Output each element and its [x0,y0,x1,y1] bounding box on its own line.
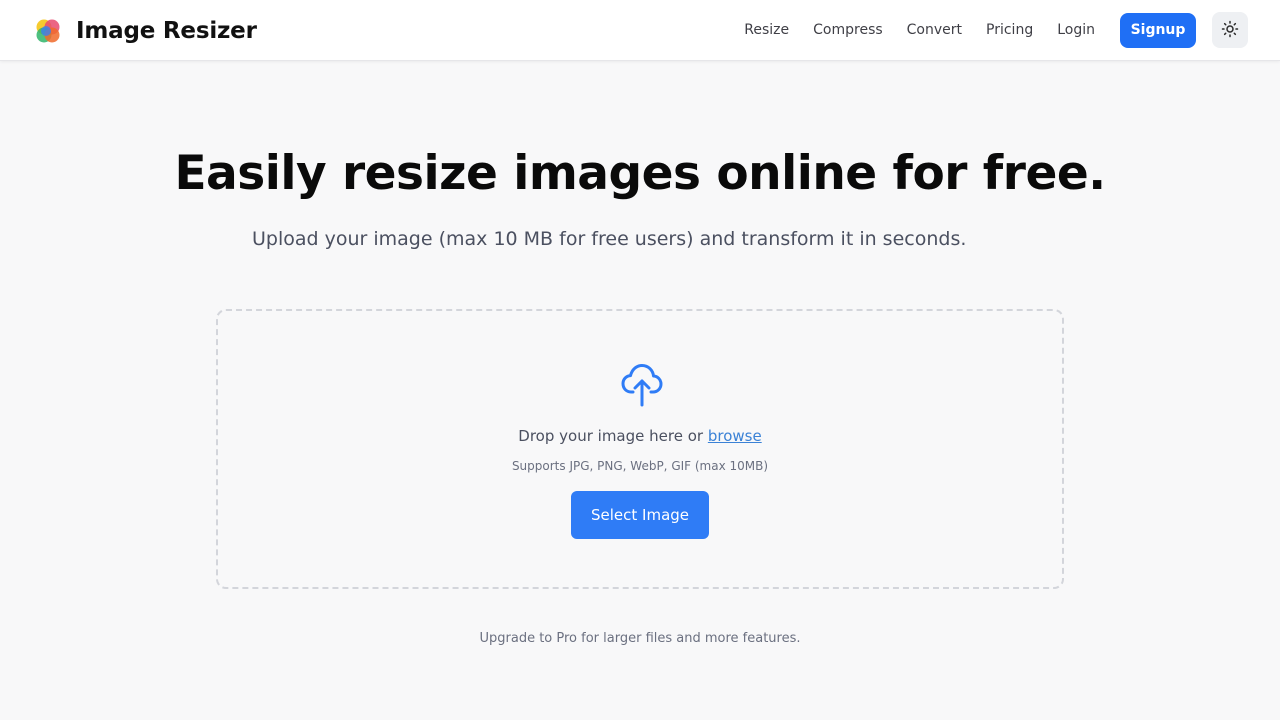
upgrade-note: Upgrade to Pro for larger files and more… [479,631,801,646]
top-header: Image Resizer Resize Compress Convert Pr… [0,0,1280,61]
supported-formats-text: Supports JPG, PNG, WebP, GIF (max 10MB) [511,459,769,473]
nav-convert[interactable]: Convert [907,22,962,38]
brand-name: Image Resizer [76,18,257,44]
logo-icon [35,18,61,44]
nav-pricing[interactable]: Pricing [986,22,1033,38]
browse-link[interactable]: browse [708,427,762,445]
drop-instructions: Drop your image here or browse [518,427,762,445]
select-image-button[interactable]: Select Image [571,491,709,539]
cloud-upload-icon [620,361,664,407]
signup-button[interactable]: Signup [1120,12,1196,48]
hero-title: Easily resize images online for free. [174,146,1106,201]
nav-login[interactable]: Login [1057,22,1095,38]
hero-subtitle: Upload your image (max 10 MB for free us… [252,228,967,250]
brand[interactable]: Image Resizer [35,17,257,45]
main-nav: Resize Compress Convert Pricing Login Si… [744,12,1248,48]
nav-compress[interactable]: Compress [813,22,883,38]
upload-dropzone[interactable]: Drop your image here or browse Supports … [216,309,1064,589]
sun-icon [1221,20,1239,41]
theme-toggle-button[interactable] [1212,12,1248,48]
nav-resize[interactable]: Resize [744,22,789,38]
